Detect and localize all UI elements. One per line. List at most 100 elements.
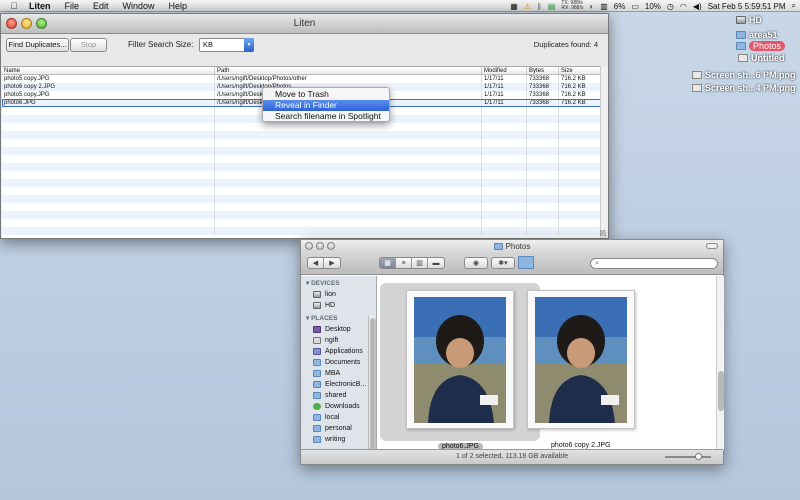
column-header-size[interactable]: Size [559, 67, 601, 74]
menu-item-search-spotlight[interactable]: Search filename in Spotlight [263, 111, 389, 122]
spotlight-icon[interactable]: ⌕ [792, 1, 796, 11]
apple-menu-icon[interactable]:  [6, 1, 22, 11]
empty-cell [482, 187, 527, 195]
close-icon[interactable] [6, 18, 17, 29]
sidebar-item-personal[interactable]: personal [301, 423, 376, 434]
menu-app-name[interactable]: Liten [22, 1, 58, 11]
sidebar-item-documents[interactable]: Documents [301, 357, 376, 368]
file-label-photo6-copy-2[interactable]: photo6 copy 2.JPG [551, 442, 611, 449]
sidebar-item-shared[interactable]: shared [301, 390, 376, 401]
menu-item-reveal-in-finder[interactable]: Reveal in Finder [263, 100, 389, 111]
desktop-item-untitled[interactable]: Untitled [738, 53, 785, 63]
menu-help[interactable]: Help [162, 1, 195, 11]
icon-view-icon[interactable]: ▦ [380, 258, 396, 268]
zoom-icon[interactable] [36, 18, 47, 29]
coverflow-view-icon[interactable]: ▬ [428, 258, 444, 268]
warning-icon[interactable]: ⚠ [524, 2, 531, 11]
bluetooth-icon[interactable]: ᛒ [537, 2, 542, 11]
column-view-icon[interactable]: ▥ [412, 258, 428, 268]
slider-knob[interactable] [695, 453, 702, 460]
liten-titlebar[interactable]: Liten [1, 14, 608, 34]
quick-look-eye-icon[interactable]: ◉ [465, 258, 487, 268]
applications-icon [313, 348, 321, 355]
sidebar-item-applications[interactable]: Applications [301, 346, 376, 357]
scroll-thumb[interactable] [718, 371, 724, 411]
desktop-item-hd[interactable]: HD [736, 15, 762, 25]
scroll-thumb[interactable] [370, 318, 375, 450]
column-header-name[interactable]: Name [2, 67, 215, 74]
toolbar-toggle-icon[interactable] [706, 243, 718, 249]
list-view-icon[interactable]: ≡ [396, 258, 412, 268]
zoom-icon[interactable] [327, 242, 335, 250]
resize-grip-icon[interactable] [600, 230, 606, 236]
sidebar-item-electronicb[interactable]: ElectronicB... [301, 379, 376, 390]
sidebar-item-writing[interactable]: writing [301, 434, 376, 445]
sidebar-item-desktop[interactable]: Desktop [301, 324, 376, 335]
sidebar-item-hd[interactable]: HD [301, 300, 376, 311]
column-header-path[interactable]: Path [215, 67, 482, 74]
column-header-bytes[interactable]: Bytes [527, 67, 559, 74]
find-duplicates-button[interactable]: Find Duplicates... [6, 38, 69, 52]
cell-bytes: 733368 [527, 91, 559, 99]
empty-cell [2, 139, 215, 147]
cell-modified: 1/17/11 [482, 91, 527, 99]
search-input[interactable]: ⌕ [590, 258, 718, 269]
memory-meter-icon[interactable]: ▥ [600, 2, 608, 11]
view-mode-control: ▦ ≡ ▥ ▬ [379, 257, 445, 269]
volume-percent[interactable]: 10% [645, 2, 661, 11]
empty-table-row [2, 171, 601, 179]
file-thumbnail-photo6[interactable] [406, 290, 514, 429]
time-machine-icon[interactable]: ◷ [667, 2, 674, 11]
empty-cell [482, 139, 527, 147]
content-scrollbar[interactable] [716, 276, 724, 450]
sidebar-item-mba[interactable]: MBA [301, 368, 376, 379]
back-arrow-icon[interactable]: ◀ [308, 258, 324, 268]
sidebar-scrollbar[interactable] [368, 316, 375, 450]
empty-table-row [2, 227, 601, 235]
desktop-item-screenshot-2[interactable]: Screen sh...4 PM.png [692, 83, 796, 93]
menu-clock[interactable]: Sat Feb 5 5:59:51 PM [708, 2, 786, 11]
grid-icon[interactable]: ▦ [510, 2, 518, 11]
empty-cell [527, 203, 559, 211]
minimize-icon[interactable] [316, 242, 324, 250]
battery-percent[interactable]: 6% [614, 2, 626, 11]
sidebar-item-lion[interactable]: lion [301, 289, 376, 300]
gear-icon[interactable]: ✱▾ [492, 258, 514, 268]
filter-size-select[interactable]: KB ▾ [199, 38, 254, 52]
desktop-item-screenshot-1[interactable]: Screen sh...6 PM.png [692, 70, 796, 80]
empty-cell [482, 227, 527, 235]
menu-edit[interactable]: Edit [86, 1, 116, 11]
empty-cell [2, 115, 215, 123]
file-thumbnail-photo6-copy-2[interactable] [527, 290, 635, 429]
icon-size-slider[interactable] [665, 453, 711, 460]
close-icon[interactable] [305, 242, 313, 250]
desktop-item-label: HD [749, 15, 762, 25]
column-header-modified[interactable]: Modified [482, 67, 527, 74]
stop-button[interactable]: Stop [70, 38, 107, 52]
minimize-icon[interactable] [21, 18, 32, 29]
table-row[interactable]: photo5 copy.JPG /Users/ngift/Desktop/Pho… [2, 75, 601, 83]
menu-extras: ▦ ⚠ ᛒ ▤ TX: 988/s RX: 988/s ◐ ▥ 6% ▭ 10%… [510, 0, 796, 12]
cpu-meter-icon[interactable]: ◐ [589, 2, 594, 11]
battery-icon[interactable]: ▭ [631, 2, 639, 11]
desktop-item-photos[interactable]: Photos [736, 41, 786, 51]
empty-cell [215, 195, 482, 203]
volume-icon[interactable]: ◀) [693, 2, 702, 11]
menu-item-move-to-trash[interactable]: Move to Trash [263, 89, 389, 100]
sidebar-item-local[interactable]: local [301, 412, 376, 423]
sidebar-item-downloads[interactable]: Downloads [301, 401, 376, 412]
network-stat-icon[interactable]: ▤ [548, 2, 556, 11]
menu-file[interactable]: File [58, 1, 87, 11]
sidebar-item-ngift[interactable]: ngift [301, 335, 376, 346]
network-stats[interactable]: TX: 988/s RX: 988/s [561, 1, 583, 11]
empty-cell [482, 123, 527, 131]
folder-icon[interactable] [518, 256, 534, 269]
menu-window[interactable]: Window [116, 1, 162, 11]
forward-arrow-icon[interactable]: ▶ [324, 258, 340, 268]
desktop-item-area51[interactable]: area51 [736, 30, 778, 40]
action-control: ✱▾ [491, 257, 515, 269]
finder-titlebar[interactable]: Photos [301, 240, 723, 253]
empty-cell [527, 171, 559, 179]
table-scrollbar[interactable] [600, 66, 608, 238]
wifi-icon[interactable]: ◠ [680, 2, 687, 11]
